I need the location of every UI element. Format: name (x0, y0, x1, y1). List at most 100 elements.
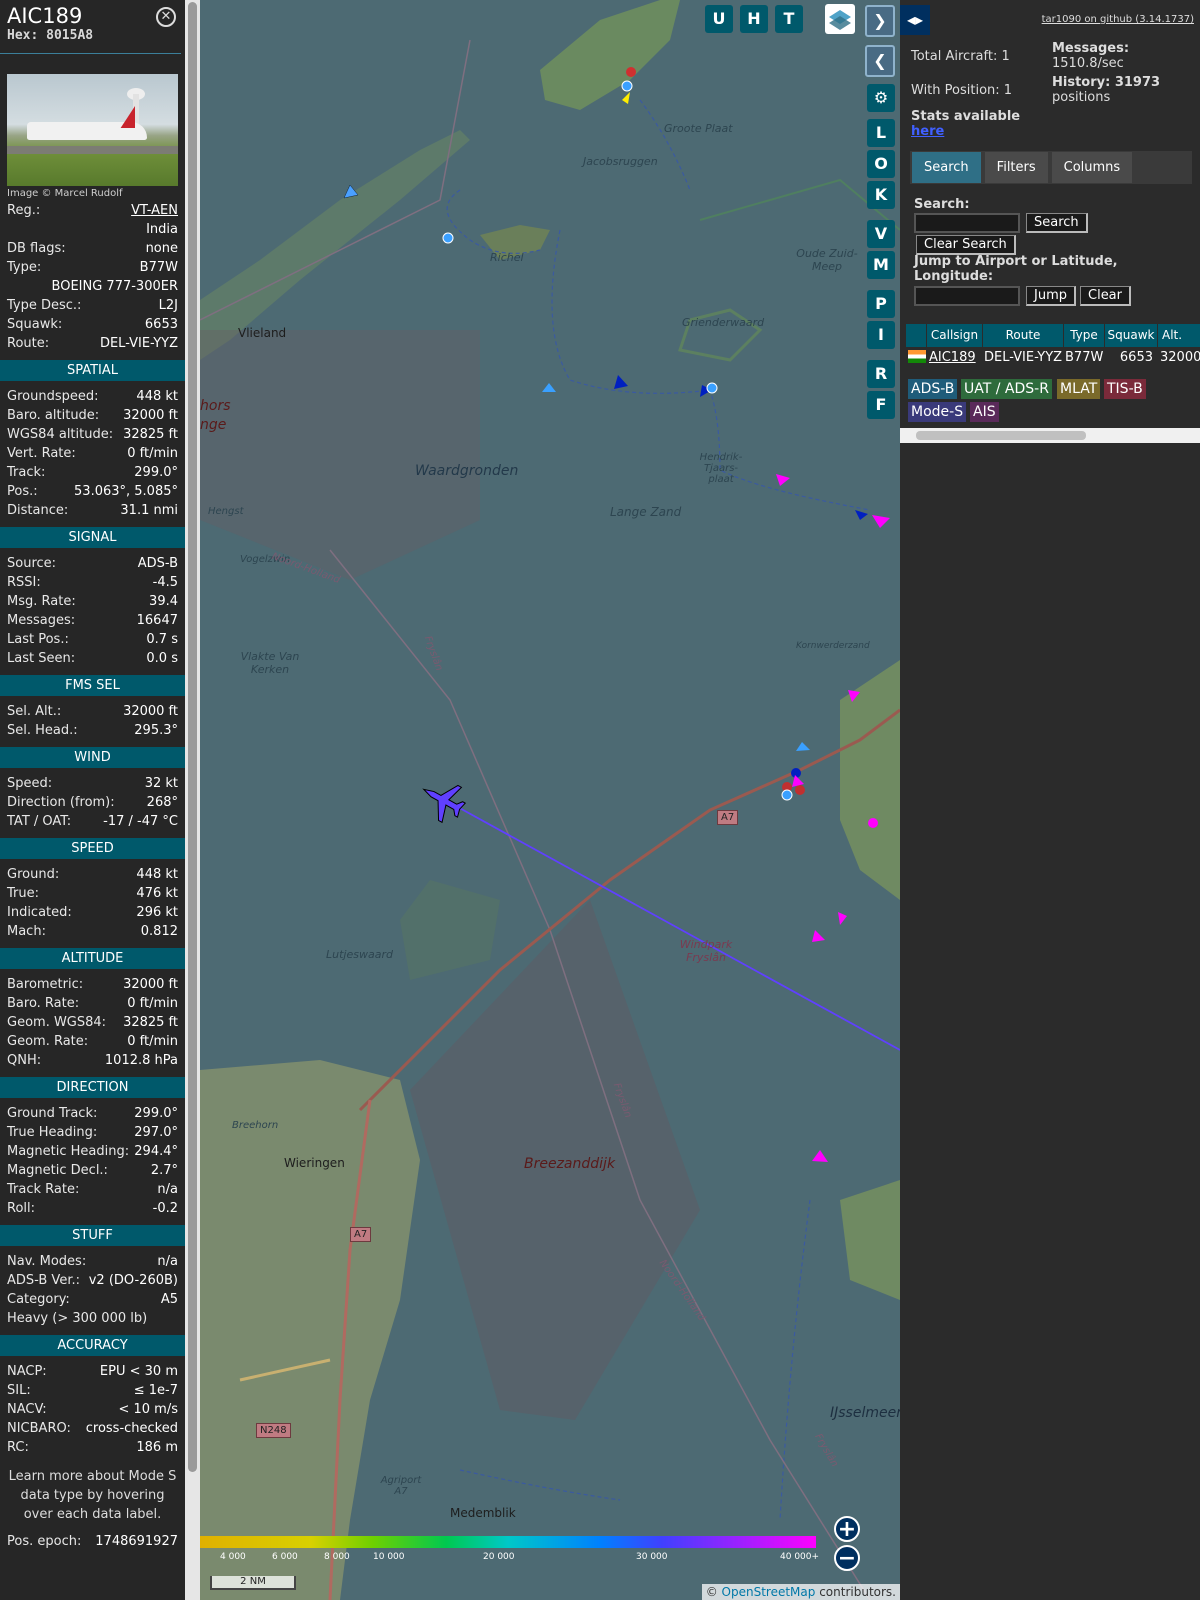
info-sections: SPATIAL Groundspeed: 448 kt Baro. altitude:… (0, 360, 185, 1457)
m-button[interactable]: M (867, 251, 895, 279)
column-header[interactable]: Callsign (927, 324, 982, 347)
l-button[interactable]: L (867, 119, 895, 147)
github-link[interactable]: tar1090 on github (3.14.1737) (1042, 14, 1194, 25)
detail-value: 6653 (144, 317, 178, 332)
f-button[interactable]: F (867, 391, 895, 419)
layers-icon[interactable] (825, 4, 855, 34)
column-header[interactable]: Squawk (1105, 324, 1157, 347)
info-label: Speed: (7, 776, 53, 791)
map-label: Waardgronden (415, 463, 519, 479)
tab-filters[interactable]: Filters (984, 152, 1048, 183)
legend-tick: 6 000 (272, 1552, 298, 1562)
map-view[interactable]: Groote Plaat Jacobsruggen Richel Oude Zu… (200, 0, 900, 1600)
info-label: Baro. Rate: (7, 996, 80, 1011)
close-icon[interactable]: ✕ (156, 7, 176, 27)
v-button[interactable]: V (867, 220, 895, 248)
map-label: Windpark Fryslân (679, 938, 733, 964)
detail-row: India (0, 220, 185, 239)
jump-button[interactable]: Jump (1026, 286, 1076, 306)
detail-value[interactable]: VT-AEN (131, 201, 178, 220)
k-button[interactable]: K (867, 181, 895, 209)
map-label: hors (200, 398, 231, 414)
jump-input[interactable] (914, 286, 1020, 306)
badge-mlat: MLAT (1057, 379, 1101, 399)
column-header[interactable]: Alt. (ft) (1158, 324, 1200, 347)
search-button[interactable]: Search (1026, 213, 1088, 233)
clear-search-button[interactable]: Clear Search (916, 235, 1016, 255)
info-label: NICBARO: (7, 1421, 71, 1436)
map-label: Hengst (208, 506, 244, 517)
r-button[interactable]: R (867, 360, 895, 388)
t-button[interactable]: T (775, 5, 803, 33)
scale-bar: 2 NM (210, 1576, 296, 1590)
map-label: Hendrik-Tjaars-plaat (699, 452, 743, 485)
info-row: Geom. Rate: 0 ft/min (0, 1032, 185, 1051)
search-label: Search: (914, 197, 970, 212)
i-button[interactable]: I (867, 321, 895, 349)
detail-row: Type: B77W (0, 258, 185, 277)
map-label: Breehorn (232, 1120, 279, 1131)
row-altitude: 32000 (1160, 350, 1200, 365)
info-label: QNH: (7, 1053, 42, 1068)
zoom-in-button[interactable]: + (834, 1516, 860, 1542)
info-value: 32000 ft (123, 408, 178, 423)
legend-tick: 4 000 (220, 1552, 246, 1562)
info-row: Source: ADS-B (0, 554, 185, 573)
info-scrollbar[interactable] (185, 0, 200, 1600)
openstreetmap-link[interactable]: OpenStreetMap (722, 1585, 816, 1599)
chevron-right-icon[interactable]: ❯ (865, 5, 895, 37)
info-row: Direction (from): 268° (0, 793, 185, 812)
p-button[interactable]: P (867, 290, 895, 318)
map-label: nge (200, 417, 227, 433)
column-header[interactable]: Route (983, 324, 1063, 347)
detail-label: DB flags: (7, 241, 66, 256)
info-label: True: (7, 886, 39, 901)
section-header: WIND (0, 747, 185, 768)
info-value: A5 (160, 1292, 178, 1307)
info-label: Roll: (7, 1201, 36, 1216)
info-row: Magnetic Decl.: 2.7° (0, 1161, 185, 1180)
row-callsign[interactable]: AIC189 (929, 348, 976, 367)
info-label: Magnetic Heading: (7, 1144, 130, 1159)
o-button[interactable]: O (867, 150, 895, 178)
search-input[interactable] (914, 213, 1020, 233)
info-value: 448 kt (136, 867, 178, 882)
info-value: 0 ft/min (127, 1034, 178, 1049)
info-row: Track Rate: n/a (0, 1180, 185, 1199)
info-row: Baro. Rate: 0 ft/min (0, 994, 185, 1013)
info-label: Baro. altitude: (7, 408, 100, 423)
messages-value: 1510.8/sec (1052, 56, 1124, 71)
info-label: Magnetic Decl.: (7, 1163, 108, 1178)
info-value: 476 kt (136, 886, 178, 901)
info-value: 32000 ft (123, 704, 178, 719)
zoom-out-button[interactable]: − (834, 1545, 860, 1571)
info-row: Sel. Alt.: 32000 ft (0, 702, 185, 721)
selected-aircraft-icon[interactable] (414, 772, 471, 828)
info-value: -4.5 (152, 575, 178, 590)
chevron-left-icon[interactable]: ❮ (865, 45, 895, 77)
table-scrollbar[interactable] (900, 428, 1200, 443)
detail-label: Squawk: (7, 317, 63, 332)
info-value: ≤ 1e-7 (133, 1383, 178, 1398)
info-value: 32 kt (144, 776, 178, 791)
detail-label: Route: (7, 336, 50, 351)
info-row: Magnetic Heading: 294.4° (0, 1142, 185, 1161)
u-button[interactable]: U (705, 5, 733, 33)
info-value: -0.2 (152, 1201, 178, 1216)
expand-arrows-icon[interactable]: ◂▸ (900, 5, 930, 35)
info-row: NACP: EPU < 30 m (0, 1362, 185, 1381)
tab-columns[interactable]: Columns (1051, 152, 1133, 183)
stats-link[interactable]: here (911, 124, 944, 139)
info-value: 0 ft/min (127, 996, 178, 1011)
detail-label: Reg.: (7, 203, 41, 218)
gear-icon[interactable]: ⚙ (867, 84, 895, 112)
aircraft-photo[interactable] (7, 74, 178, 186)
tab-search[interactable]: Search (912, 152, 981, 183)
map-label: Grienderwaard (682, 316, 765, 329)
detail-value: none (145, 241, 178, 256)
clear-button[interactable]: Clear (1080, 286, 1131, 306)
column-header[interactable]: Type (1064, 324, 1104, 347)
info-label: Ground: (7, 867, 60, 882)
h-button[interactable]: H (740, 5, 768, 33)
info-label: RSSI: (7, 575, 41, 590)
